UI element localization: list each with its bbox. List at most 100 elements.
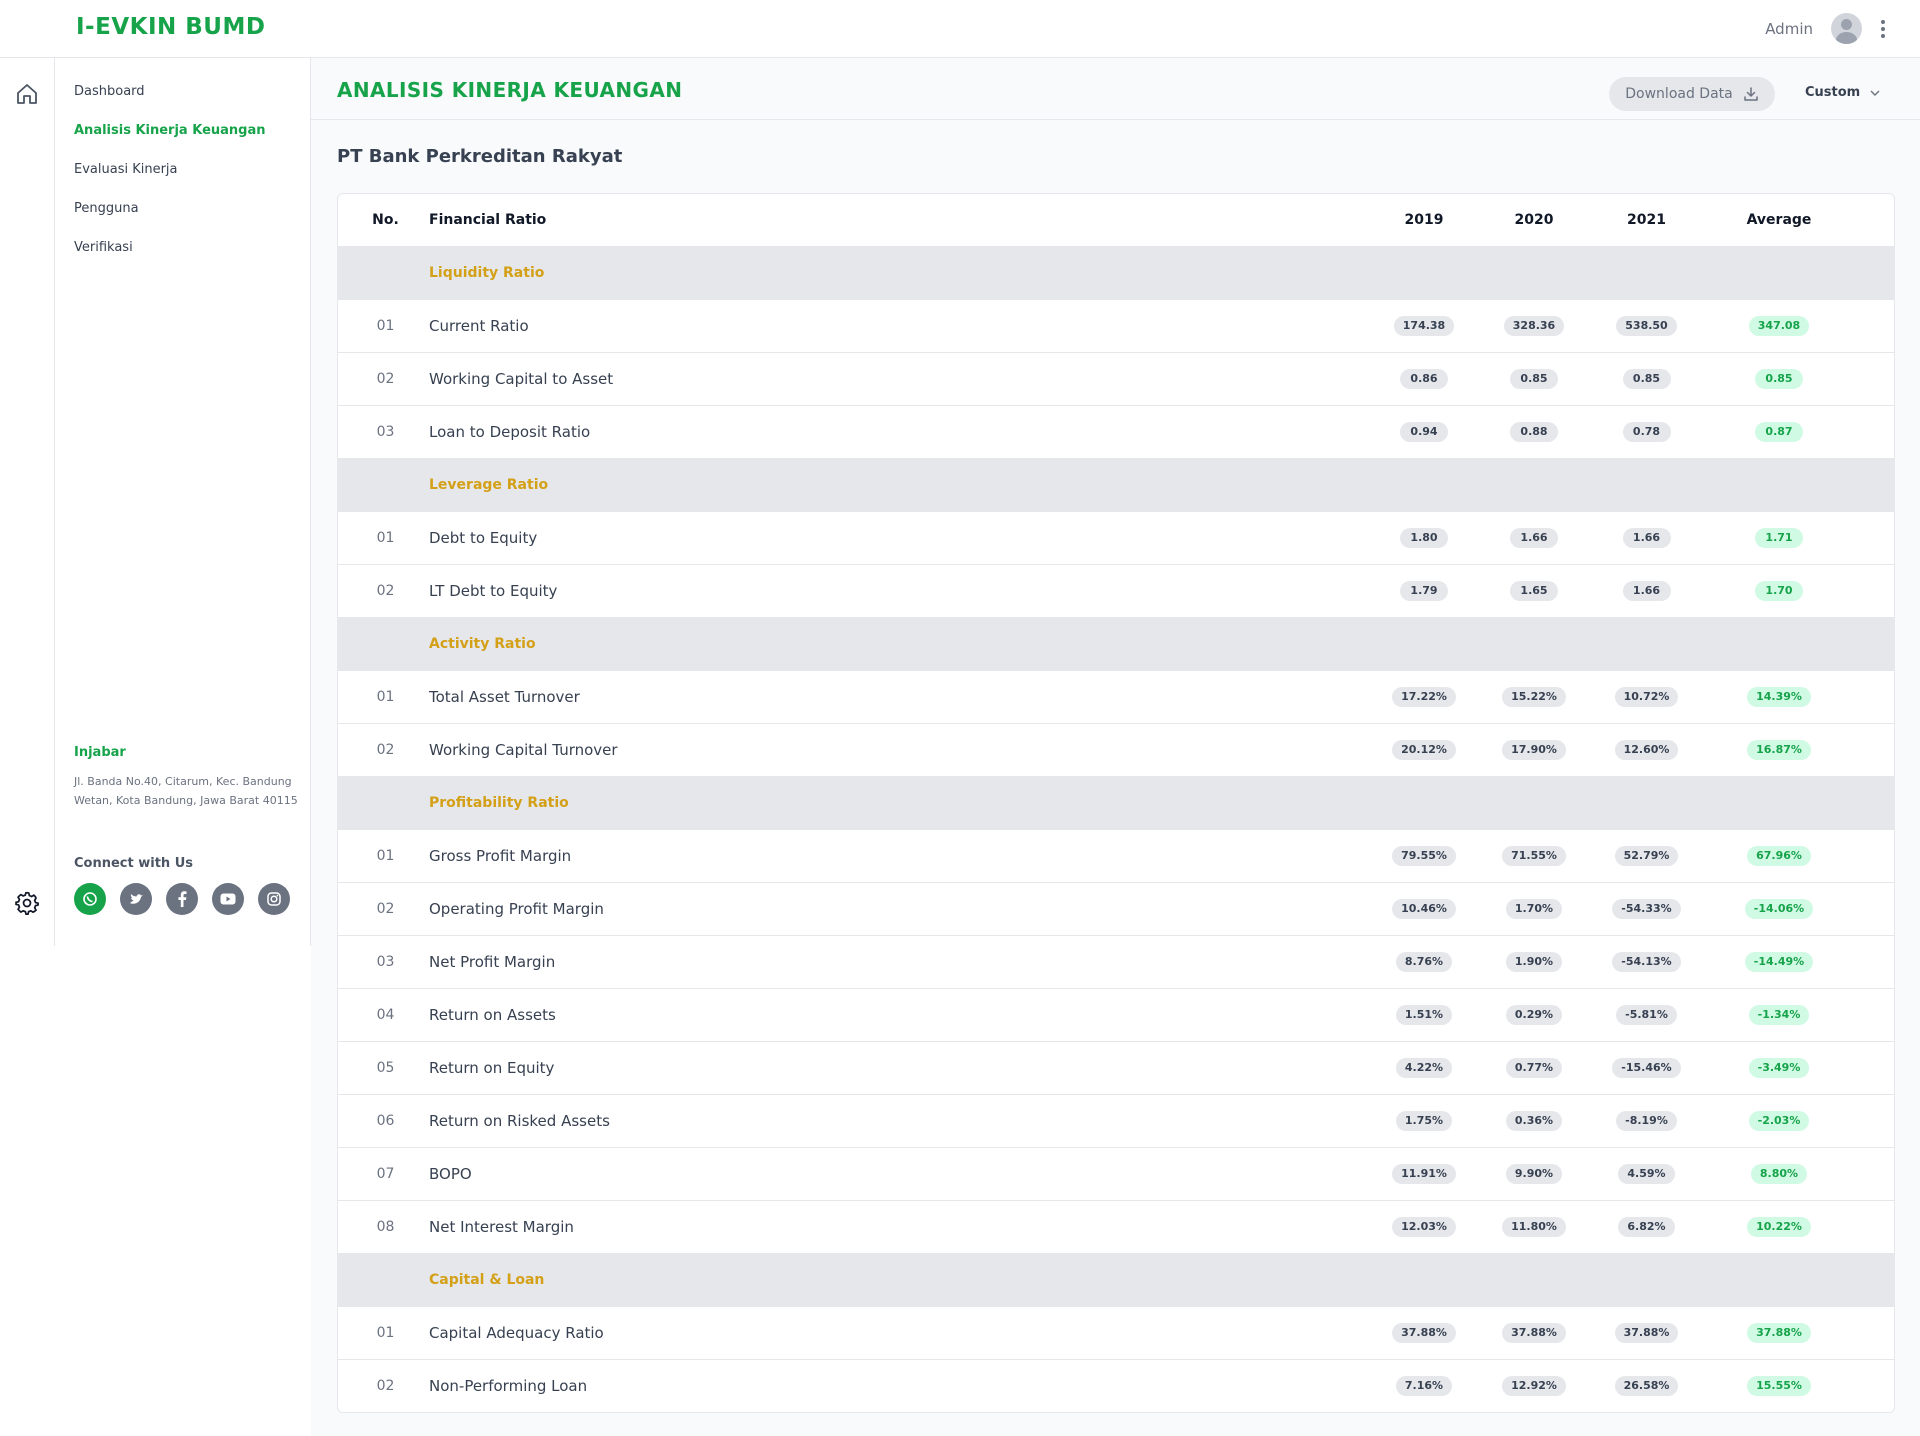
sidebar-item-evaluasi-kinerja[interactable]: Evaluasi Kinerja	[74, 162, 266, 201]
home-icon[interactable]	[15, 82, 39, 106]
table-row: 08 Net Interest Margin 12.03% 11.80% 6.82% 10…	[338, 1199, 1894, 1253]
value-2020: 0.77%	[1505, 1058, 1563, 1078]
value-average: -3.49%	[1748, 1058, 1810, 1078]
sidebar-nav: Dashboard Analisis Kinerja Keuangan Eval…	[74, 84, 266, 279]
table-row: 02 Non-Performing Loan 7.16% 12.92% 26.58% 15…	[338, 1358, 1894, 1412]
group-label: Profitability Ratio	[429, 795, 569, 812]
value-2021: 1.66	[1622, 581, 1671, 602]
ratio-name: Total Asset Turnover	[429, 669, 1369, 723]
row-number: 07	[338, 1146, 429, 1200]
value-2021: 37.88%	[1614, 1323, 1679, 1343]
connect-section: Connect with Us	[74, 856, 290, 915]
column-header-2021: 2021	[1627, 212, 1666, 228]
value-average: 37.88%	[1747, 1323, 1811, 1343]
row-number: 01	[338, 828, 429, 882]
value-average: 14.39%	[1747, 687, 1811, 707]
value-average: -1.34%	[1748, 1005, 1810, 1025]
value-2019: 1.79	[1400, 581, 1448, 602]
ratio-name: BOPO	[429, 1146, 1369, 1200]
column-header-average: Average	[1746, 212, 1812, 228]
value-2020: 71.55%	[1502, 846, 1566, 866]
page-header: ANALISIS KINERJA KEUANGAN Download Data …	[311, 58, 1920, 120]
value-2020: 0.36%	[1505, 1111, 1563, 1131]
value-average: 1.71	[1755, 528, 1803, 548]
ratio-name: Gross Profit Margin	[429, 828, 1369, 882]
ratio-name: Working Capital Turnover	[429, 722, 1369, 776]
value-2021: 10.72%	[1614, 687, 1679, 707]
settings-gear-icon[interactable]	[14, 890, 40, 916]
value-2021: 1.66	[1622, 528, 1671, 548]
ratio-name: Working Capital to Asset	[429, 351, 1369, 405]
value-2021: 0.85	[1622, 369, 1671, 389]
value-2020: 12.92%	[1502, 1376, 1566, 1397]
group-label: Liquidity Ratio	[429, 265, 545, 282]
ratio-name: Return on Risked Assets	[429, 1093, 1369, 1147]
youtube-icon[interactable]	[212, 883, 244, 915]
value-average: 0.85	[1755, 369, 1803, 389]
sidebar-item-dashboard[interactable]: Dashboard	[74, 84, 266, 123]
page-title: ANALISIS KINERJA KEUANGAN	[337, 78, 683, 102]
more-options-icon[interactable]	[1880, 19, 1886, 38]
table-header-row: No. Financial Ratio 2019 2020 2021 Avera…	[338, 194, 1894, 246]
instagram-icon[interactable]	[258, 883, 290, 915]
table-row: 02 Working Capital Turnover 20.12% 17.90% 12…	[338, 722, 1894, 776]
value-average: 347.08	[1748, 316, 1810, 336]
value-average: 8.80%	[1750, 1164, 1808, 1184]
row-number: 03	[338, 934, 429, 988]
row-number: 04	[338, 987, 429, 1041]
value-2019: 12.03%	[1392, 1217, 1456, 1238]
ratio-name: Current Ratio	[429, 298, 1369, 352]
icon-rail	[0, 58, 55, 946]
avatar[interactable]	[1831, 13, 1862, 44]
company-info: Injabar Jl. Banda No.40, Citarum, Kec. B…	[74, 745, 299, 810]
value-2019: 79.55%	[1392, 846, 1456, 866]
group-cell: Activity Ratio	[429, 617, 1894, 670]
value-average: 16.87%	[1747, 740, 1811, 761]
row-number: 03	[338, 404, 429, 458]
app-logo[interactable]: I-EVKIN BUMD	[76, 14, 265, 40]
value-2019: 0.94	[1400, 422, 1448, 443]
value-2021: -54.33%	[1612, 899, 1681, 919]
value-average: 0.87	[1755, 422, 1803, 443]
twitter-icon[interactable]	[120, 883, 152, 915]
group-spacer	[338, 776, 429, 829]
sidebar-item-analisis-kinerja-keuangan[interactable]: Analisis Kinerja Keuangan	[74, 123, 266, 162]
value-2020: 9.90%	[1505, 1164, 1563, 1184]
row-number: 05	[338, 1040, 429, 1094]
whatsapp-icon[interactable]	[74, 883, 106, 915]
value-average: -2.03%	[1748, 1111, 1810, 1131]
sidebar-item-verifikasi[interactable]: Verifikasi	[74, 240, 266, 279]
table-row: 01 Total Asset Turnover 17.22% 15.22% 10.72%…	[338, 669, 1894, 723]
company-address: Jl. Banda No.40, Citarum, Kec. Bandung W…	[74, 775, 298, 807]
table-group-row: Capital & Loan	[338, 1253, 1894, 1306]
row-number: 01	[338, 298, 429, 352]
row-number: 02	[338, 351, 429, 405]
main-content: ANALISIS KINERJA KEUANGAN Download Data …	[311, 58, 1920, 1436]
ratio-name: Return on Equity	[429, 1040, 1369, 1094]
column-header-2020: 2020	[1514, 212, 1554, 228]
column-header-2019: 2019	[1404, 212, 1444, 228]
ratio-name: Loan to Deposit Ratio	[429, 404, 1369, 458]
column-header-financial-ratio: Financial Ratio	[429, 212, 547, 228]
value-2020: 37.88%	[1502, 1323, 1566, 1343]
table-row: 01 Debt to Equity 1.80 1.66 1.66 1.71	[338, 510, 1894, 564]
value-average: -14.06%	[1744, 899, 1814, 919]
sidebar: Dashboard Analisis Kinerja Keuangan Eval…	[55, 58, 311, 946]
value-2019: 4.22%	[1395, 1058, 1453, 1078]
facebook-icon[interactable]	[166, 883, 198, 915]
table-row: 05 Return on Equity 4.22% 0.77% -15.46% -3.49…	[338, 1040, 1894, 1094]
user-name[interactable]: Admin	[1765, 20, 1813, 38]
value-2019: 1.75%	[1395, 1111, 1453, 1131]
column-header-no: No.	[372, 212, 399, 228]
group-label: Activity Ratio	[429, 636, 536, 653]
value-2019: 11.91%	[1392, 1164, 1456, 1184]
sidebar-item-pengguna[interactable]: Pengguna	[74, 201, 266, 240]
value-2021: 52.79%	[1614, 846, 1679, 866]
row-number: 02	[338, 1358, 429, 1412]
download-data-button[interactable]: Download Data	[1609, 77, 1775, 111]
period-select[interactable]: Custom	[1805, 85, 1880, 100]
value-2021: -54.13%	[1612, 952, 1681, 972]
table-group-row: Liquidity Ratio	[338, 246, 1894, 299]
value-2020: 1.65	[1510, 581, 1558, 602]
row-number: 01	[338, 510, 429, 564]
